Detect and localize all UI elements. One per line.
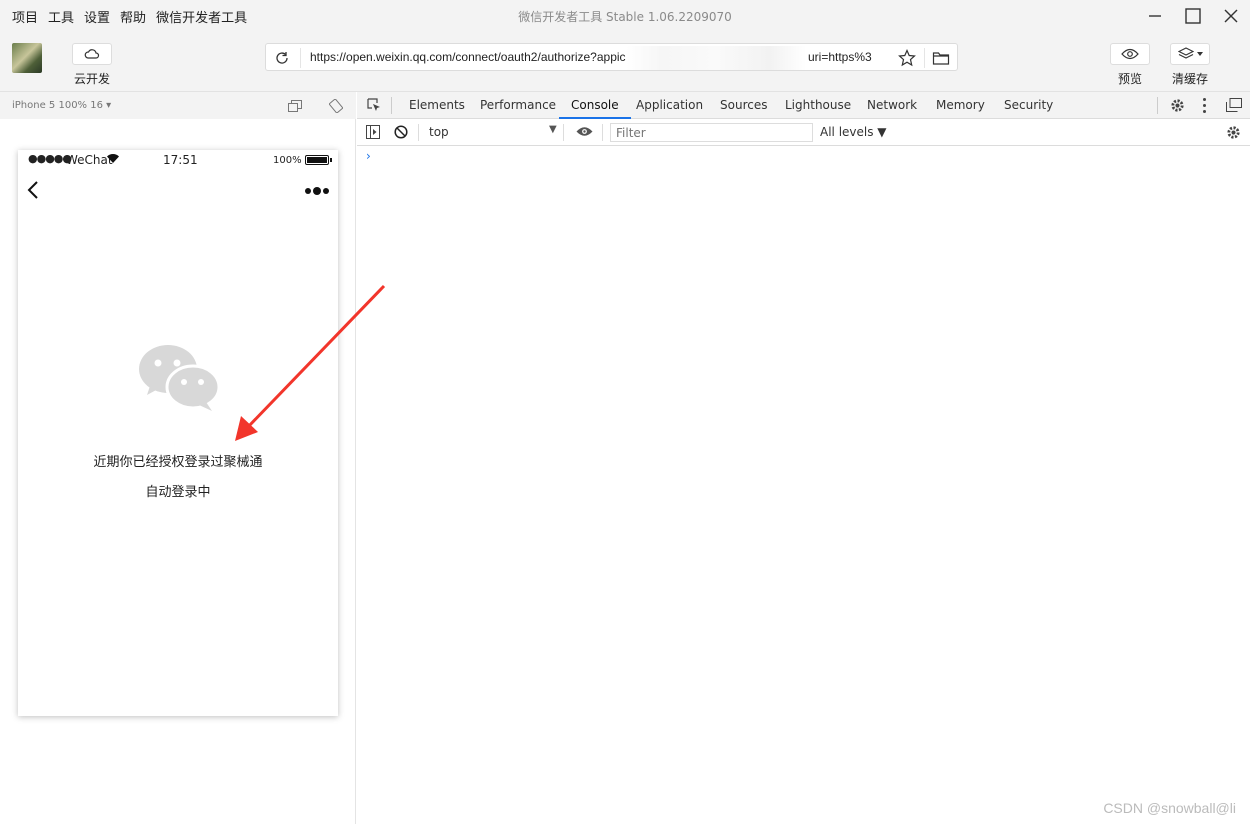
close-icon (1224, 9, 1238, 23)
minimize-button[interactable] (1136, 0, 1174, 32)
tab-elements[interactable]: Elements (409, 92, 465, 119)
log-levels-dropdown[interactable]: All levels ▼ (820, 125, 887, 139)
preview-button[interactable] (1110, 43, 1150, 65)
title-bar: 项目 工具 设置 帮助 微信开发者工具 微信开发者工具 Stable 1.06.… (0, 0, 1250, 32)
context-selector[interactable]: top (429, 125, 449, 139)
auto-login-message: 自动登录中 (145, 485, 211, 500)
url-divider (300, 48, 301, 68)
tab-performance[interactable]: Performance (480, 92, 556, 119)
clear-console-icon[interactable] (394, 125, 408, 139)
console-divider (602, 124, 603, 141)
cloud-dev-label: 云开发 (73, 72, 110, 86)
clear-cache-label: 清缓存 (1171, 72, 1208, 86)
tab-security[interactable]: Security (1004, 92, 1053, 119)
wifi-icon (107, 154, 119, 163)
url-redacted (626, 46, 806, 70)
sidebar-toggle-icon[interactable] (366, 125, 380, 139)
tab-network[interactable]: Network (867, 92, 917, 119)
console-prompt[interactable]: › (366, 149, 371, 163)
status-time: 17:51 (163, 153, 198, 167)
more-options-icon[interactable] (1203, 98, 1207, 113)
tab-memory[interactable]: Memory (936, 92, 985, 119)
url-text[interactable]: https://open.weixin.qq.com/connect/oauth… (310, 50, 626, 64)
watermark: CSDN @snowball@li (1103, 800, 1236, 816)
tab-divider (391, 97, 392, 114)
live-expression-eye-icon[interactable] (576, 126, 593, 137)
wechat-logo-icon (139, 345, 220, 411)
auth-message: 近期你已经授权登录过聚械通 (93, 455, 263, 470)
cloud-icon (84, 49, 100, 59)
back-arrow-icon[interactable] (26, 180, 40, 200)
maximize-button[interactable] (1174, 0, 1212, 32)
tab-lighthouse[interactable]: Lighthouse (785, 92, 851, 119)
undock-icon[interactable] (1226, 98, 1242, 112)
battery-percent: 100% (273, 155, 302, 166)
avatar[interactable] (12, 43, 42, 73)
settings-gear-icon[interactable] (1170, 98, 1185, 113)
context-dropdown-icon[interactable]: ▼ (549, 124, 557, 135)
phone-screen: ●●●●● WeChat 17:51 100% 近期你已经授权登录过聚械通 自动… (18, 150, 338, 716)
status-bar: ●●●●● WeChat 17:51 100% (18, 150, 338, 170)
close-button[interactable] (1212, 0, 1250, 32)
tab-application[interactable]: Application (636, 92, 703, 119)
filter-input[interactable] (610, 123, 813, 142)
inspect-element-icon[interactable] (367, 98, 381, 112)
folder-divider (924, 48, 925, 68)
console-divider (418, 124, 419, 141)
carrier-name: WeChat (66, 153, 113, 167)
console-divider (563, 124, 564, 141)
rotate-icon[interactable] (329, 99, 343, 113)
layers-icon (1177, 47, 1194, 59)
more-menu-icon[interactable] (305, 187, 329, 195)
url-text-tail[interactable]: uri=https%3 (808, 50, 872, 64)
cloud-dev-button[interactable] (72, 43, 112, 65)
simulator-header: iPhone 5 100% 16 ▾ (0, 92, 356, 119)
tab-sources[interactable]: Sources (720, 92, 767, 119)
tab-console[interactable]: Console (559, 92, 631, 119)
clear-cache-button[interactable] (1170, 43, 1210, 65)
minimize-icon (1149, 15, 1161, 17)
toolbar: 云开发 https://open.weixin.qq.com/connect/o… (0, 32, 1250, 92)
preview-label: 预览 (1117, 72, 1142, 86)
signal-indicator: ●●●●● (28, 152, 72, 165)
battery-icon (305, 155, 332, 165)
eye-icon (1121, 48, 1139, 60)
url-bar[interactable]: https://open.weixin.qq.com/connect/oauth… (265, 43, 958, 71)
device-selector[interactable]: iPhone 5 100% 16 ▾ (12, 100, 111, 111)
caret-down-icon (1196, 52, 1203, 56)
maximize-icon (1185, 8, 1201, 24)
popout-icon[interactable] (288, 100, 302, 112)
console-settings-icon[interactable] (1226, 125, 1241, 140)
window-title: 微信开发者工具 Stable 1.06.2209070 (518, 10, 732, 24)
tab-right-divider (1157, 97, 1158, 114)
folder-icon[interactable] (932, 50, 950, 66)
devtools-tabbar: Elements Performance Console Application… (357, 92, 1250, 119)
star-icon[interactable] (898, 49, 916, 67)
console-toolbar: top ▼ All levels ▼ (357, 119, 1250, 146)
reload-icon[interactable] (274, 50, 290, 66)
simulator-panel: iPhone 5 100% 16 ▾ ●●●●● WeChat 17:51 10… (0, 92, 356, 824)
